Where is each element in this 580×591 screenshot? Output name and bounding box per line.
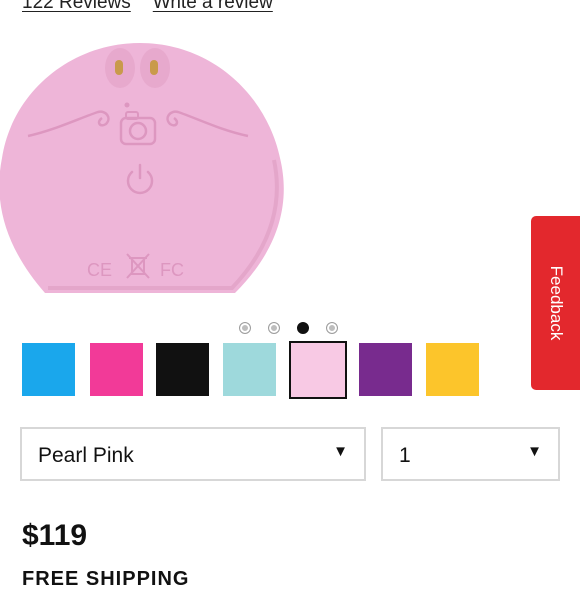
carousel-dot-active[interactable] [297, 322, 309, 334]
swatch-pearl-pink[interactable] [289, 341, 347, 399]
feedback-tab[interactable]: Feedback [531, 216, 580, 390]
chevron-down-icon: ▼ [333, 443, 348, 460]
fc-mark: FC [160, 260, 184, 280]
swatch-blue[interactable] [22, 343, 75, 396]
quantity-select-value: 1 [399, 444, 411, 467]
reviews-count-link[interactable]: 122 Reviews [22, 0, 131, 13]
feedback-label: Feedback [546, 265, 566, 341]
ce-mark: CE [87, 260, 112, 280]
carousel-dot[interactable] [268, 322, 280, 334]
carousel-dot[interactable] [326, 322, 338, 334]
write-review-link[interactable]: Write a review [153, 0, 273, 13]
swatch-aqua[interactable] [223, 343, 276, 396]
swatch-black[interactable] [156, 343, 209, 396]
variant-select-value: Pearl Pink [38, 444, 134, 467]
swatch-purple[interactable] [359, 343, 412, 396]
quantity-select[interactable]: 1 ▼ [381, 427, 560, 481]
product-image: CE FC [0, 43, 284, 293]
chevron-down-icon: ▼ [527, 443, 542, 460]
carousel-dot[interactable] [239, 322, 251, 334]
variant-select[interactable]: Pearl Pink ▼ [20, 427, 366, 481]
swatch-yellow[interactable] [426, 343, 479, 396]
device-body [0, 43, 284, 293]
price: $119 [22, 519, 88, 552]
swatch-pink[interactable] [90, 343, 143, 396]
reviews-row: 122 Reviews Write a review [22, 0, 273, 14]
